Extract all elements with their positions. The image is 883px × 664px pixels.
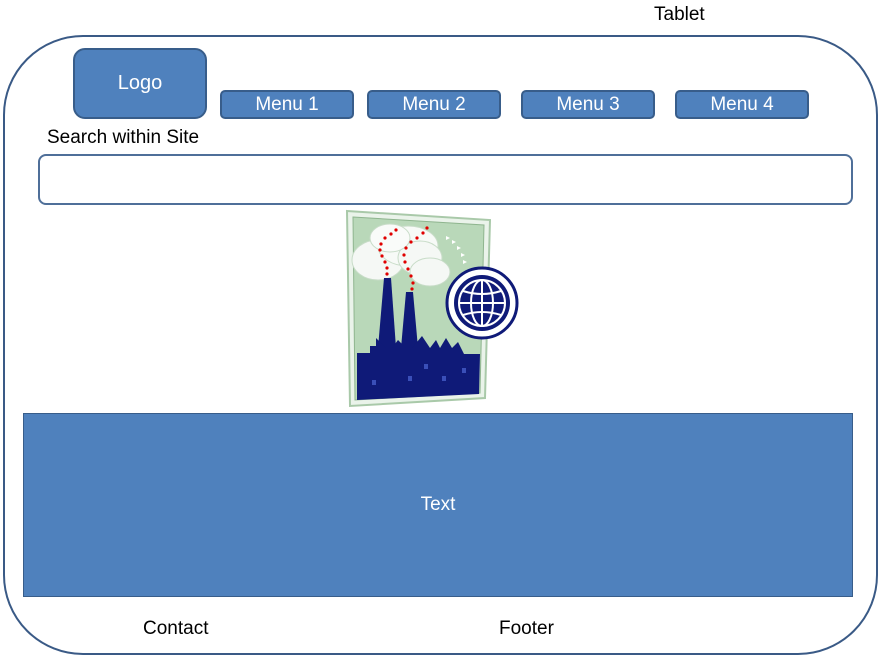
menu-4-button[interactable]: Menu 4 [675, 90, 809, 119]
search-input[interactable] [38, 154, 853, 205]
page: Tablet Logo Menu 1 Menu 2 Menu 3 Menu 4 … [0, 0, 883, 664]
device-label: Tablet [654, 4, 705, 25]
main-text-block: Text [23, 413, 853, 597]
contact-link[interactable]: Contact [143, 618, 208, 640]
footer-label: Footer [499, 618, 554, 639]
menu-3-button[interactable]: Menu 3 [521, 90, 655, 119]
logo[interactable]: Logo [73, 48, 207, 119]
menu-2-button[interactable]: Menu 2 [367, 90, 501, 119]
search-label: Search within Site [47, 127, 200, 148]
menu-1-button[interactable]: Menu 1 [220, 90, 354, 119]
factory-globe-icon [345, 209, 519, 408]
